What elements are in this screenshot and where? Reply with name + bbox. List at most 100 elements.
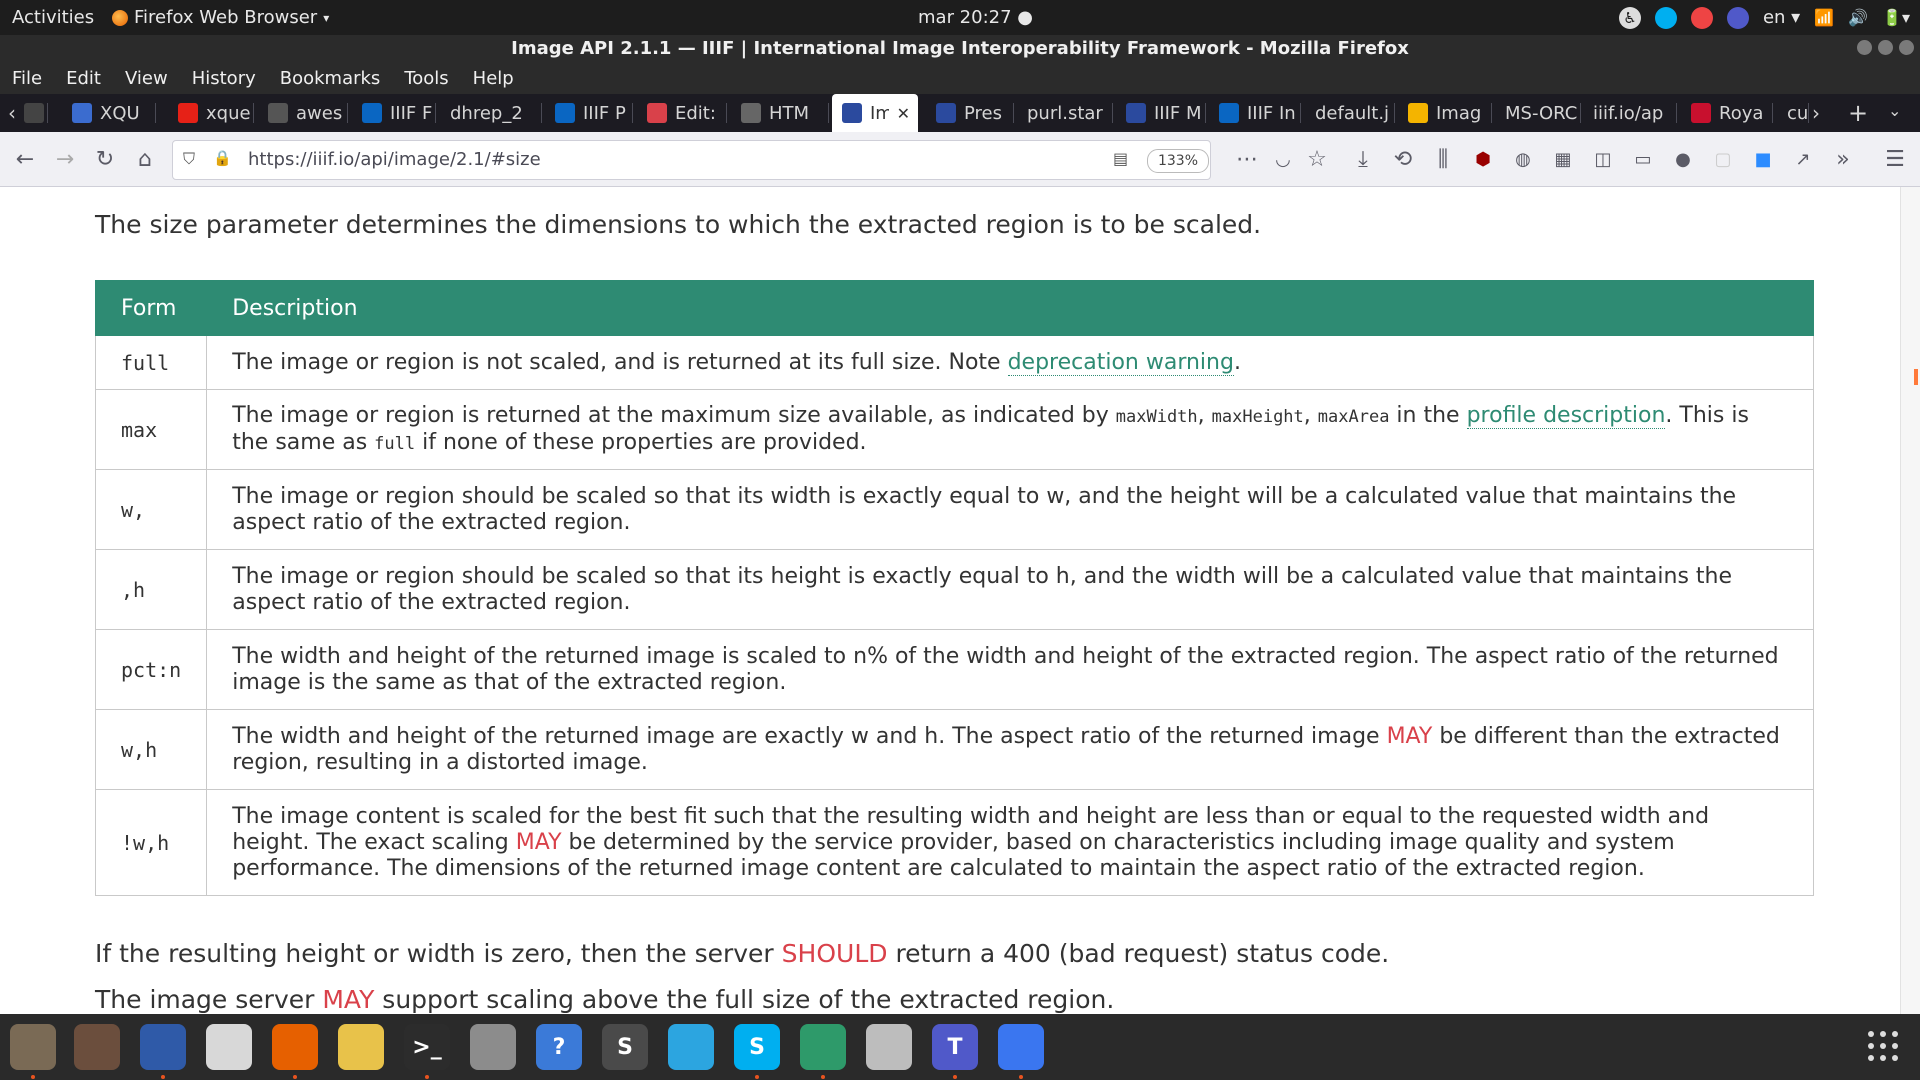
- language-indicator[interactable]: en ▾: [1763, 7, 1800, 28]
- url-text[interactable]: https://iiif.io/api/image/2.1/#size: [248, 149, 541, 170]
- signal-app-icon[interactable]: [998, 1024, 1044, 1079]
- menu-view[interactable]: View: [113, 68, 180, 89]
- bookmark-star-icon[interactable]: ☆: [1302, 144, 1332, 174]
- tab[interactable]: HTM: [731, 94, 829, 132]
- tab[interactable]: IIIF In: [1209, 94, 1301, 132]
- maximize-button[interactable]: [1878, 40, 1893, 55]
- skype-app-icon[interactable]: S: [734, 1024, 780, 1079]
- tab[interactable]: Roya: [1681, 94, 1773, 132]
- forward-icon[interactable]: →: [50, 144, 80, 174]
- wifi-icon[interactable]: 📶: [1814, 8, 1834, 27]
- zoom-extension-icon[interactable]: ■: [1748, 144, 1778, 174]
- accessibility-icon[interactable]: ♿: [1618, 6, 1641, 29]
- url-bar[interactable]: ⛉ 🔒 https://iiif.io/api/image/2.1/#size …: [172, 140, 1211, 180]
- library-icon[interactable]: ⫼: [1428, 144, 1458, 174]
- tab[interactable]: xque: [168, 94, 254, 132]
- code-maxheight: maxHeight: [1211, 406, 1304, 427]
- downloads-icon[interactable]: ⤓: [1348, 144, 1378, 174]
- pocket-icon[interactable]: ◡: [1268, 144, 1298, 174]
- tab-active[interactable]: Im ✕: [832, 94, 918, 132]
- deprecation-warning-link[interactable]: deprecation warning: [1007, 349, 1234, 376]
- overflow-chevron-icon[interactable]: »: [1828, 144, 1858, 174]
- tab-label: Pres: [964, 102, 1002, 124]
- tab[interactable]: Edit:: [637, 94, 727, 132]
- text-editor-app-icon[interactable]: [140, 1024, 186, 1079]
- activities-button[interactable]: Activities: [12, 7, 94, 28]
- tab-separator: [632, 103, 633, 123]
- description-cell: The image or region is returned at the m…: [206, 389, 1814, 470]
- hamburger-menu-icon[interactable]: ☰: [1880, 144, 1910, 174]
- volume-icon[interactable]: 🔊: [1848, 8, 1868, 27]
- tab[interactable]: dhrep_2: [440, 94, 542, 132]
- tab[interactable]: iiif.io/ap: [1583, 94, 1677, 132]
- reader-view-icon[interactable]: ▤: [1113, 149, 1128, 168]
- tab[interactable]: e: [14, 94, 48, 132]
- tab[interactable]: purl.star: [1017, 94, 1113, 132]
- page-actions-icon[interactable]: ⋯: [1232, 144, 1262, 174]
- extension-grid-icon[interactable]: ▦: [1548, 144, 1578, 174]
- back-icon[interactable]: ←: [10, 144, 40, 174]
- files-app-icon[interactable]: [10, 1024, 56, 1079]
- container-icon[interactable]: ▢: [1708, 144, 1738, 174]
- tab-label: HTM: [769, 102, 810, 124]
- account-icon[interactable]: ●: [1668, 144, 1698, 174]
- menu-history[interactable]: History: [180, 68, 268, 89]
- close-tab-icon[interactable]: ✕: [897, 104, 910, 123]
- history-icon[interactable]: ⟲: [1388, 144, 1418, 174]
- printer-app-icon[interactable]: [866, 1024, 912, 1070]
- reader-extension-icon[interactable]: ▭: [1628, 144, 1658, 174]
- home-icon[interactable]: ⌂: [130, 144, 160, 174]
- extension-globe-icon[interactable]: ◍: [1508, 144, 1538, 174]
- clock[interactable]: mar 20:27 ●: [918, 7, 1033, 28]
- telegram-app-icon[interactable]: [668, 1024, 714, 1070]
- scroll-tabs-right-icon[interactable]: ›: [1812, 101, 1820, 125]
- sidebar-icon[interactable]: ◫: [1588, 144, 1618, 174]
- atom-app-icon[interactable]: [800, 1024, 846, 1079]
- app-menu-button[interactable]: Firefox Web Browser ▾: [112, 7, 329, 28]
- close-window-button[interactable]: [1899, 40, 1914, 55]
- teams-app-icon[interactable]: T: [932, 1024, 978, 1079]
- menu-file[interactable]: File: [0, 68, 54, 89]
- image-viewer-app-icon[interactable]: [74, 1024, 120, 1070]
- battery-icon[interactable]: 🔋▾: [1882, 8, 1910, 27]
- skype-tray-icon[interactable]: [1654, 6, 1677, 29]
- settings-app-icon[interactable]: [470, 1024, 516, 1070]
- ublock-icon[interactable]: ⬢: [1468, 144, 1498, 174]
- profile-description-link[interactable]: profile description: [1466, 402, 1666, 429]
- tab[interactable]: IIIF F: [352, 94, 436, 132]
- rhythmbox-app-icon[interactable]: [338, 1024, 384, 1070]
- page-scrollbar[interactable]: [1900, 187, 1920, 1014]
- share-icon[interactable]: ↗: [1788, 144, 1818, 174]
- scrollbar-thumb[interactable]: [1914, 369, 1918, 385]
- menu-tools[interactable]: Tools: [392, 68, 460, 89]
- list-all-tabs-icon[interactable]: ⌄: [1888, 101, 1901, 120]
- shield-icon[interactable]: ⛉: [183, 149, 195, 169]
- firefox-app-icon[interactable]: [272, 1024, 318, 1079]
- tab[interactable]: Imag: [1398, 94, 1492, 132]
- notification-tray-icon[interactable]: [1690, 6, 1713, 29]
- acrobat-reader-app-icon[interactable]: [206, 1024, 252, 1070]
- zoom-indicator[interactable]: 133%: [1147, 149, 1209, 173]
- teams-tray-icon[interactable]: [1726, 6, 1749, 29]
- menu-bookmarks[interactable]: Bookmarks: [268, 68, 393, 89]
- tab[interactable]: cu: [1777, 94, 1809, 132]
- tab[interactable]: default.j: [1305, 94, 1395, 132]
- tab[interactable]: awes: [258, 94, 348, 132]
- menu-help[interactable]: Help: [461, 68, 526, 89]
- tab[interactable]: XQU: [62, 94, 156, 132]
- minimize-button[interactable]: [1857, 40, 1872, 55]
- sublime-text-app-icon[interactable]: S: [602, 1024, 648, 1070]
- help-app-icon[interactable]: ?: [536, 1024, 582, 1070]
- show-applications-icon[interactable]: [1868, 1031, 1898, 1061]
- terminal-app-icon[interactable]: >_: [404, 1024, 450, 1079]
- tab[interactable]: IIIF P: [545, 94, 633, 132]
- tab[interactable]: IIIF M: [1116, 94, 1206, 132]
- tab-favicon-icon: [1219, 103, 1239, 123]
- menu-edit[interactable]: Edit: [54, 68, 113, 89]
- form-cell: w,h: [94, 709, 208, 790]
- lock-icon[interactable]: 🔒: [213, 149, 232, 167]
- new-tab-icon[interactable]: +: [1848, 99, 1868, 127]
- tab[interactable]: MS-ORC: [1495, 94, 1581, 132]
- tab[interactable]: Pres: [926, 94, 1014, 132]
- reload-icon[interactable]: ↻: [90, 144, 120, 174]
